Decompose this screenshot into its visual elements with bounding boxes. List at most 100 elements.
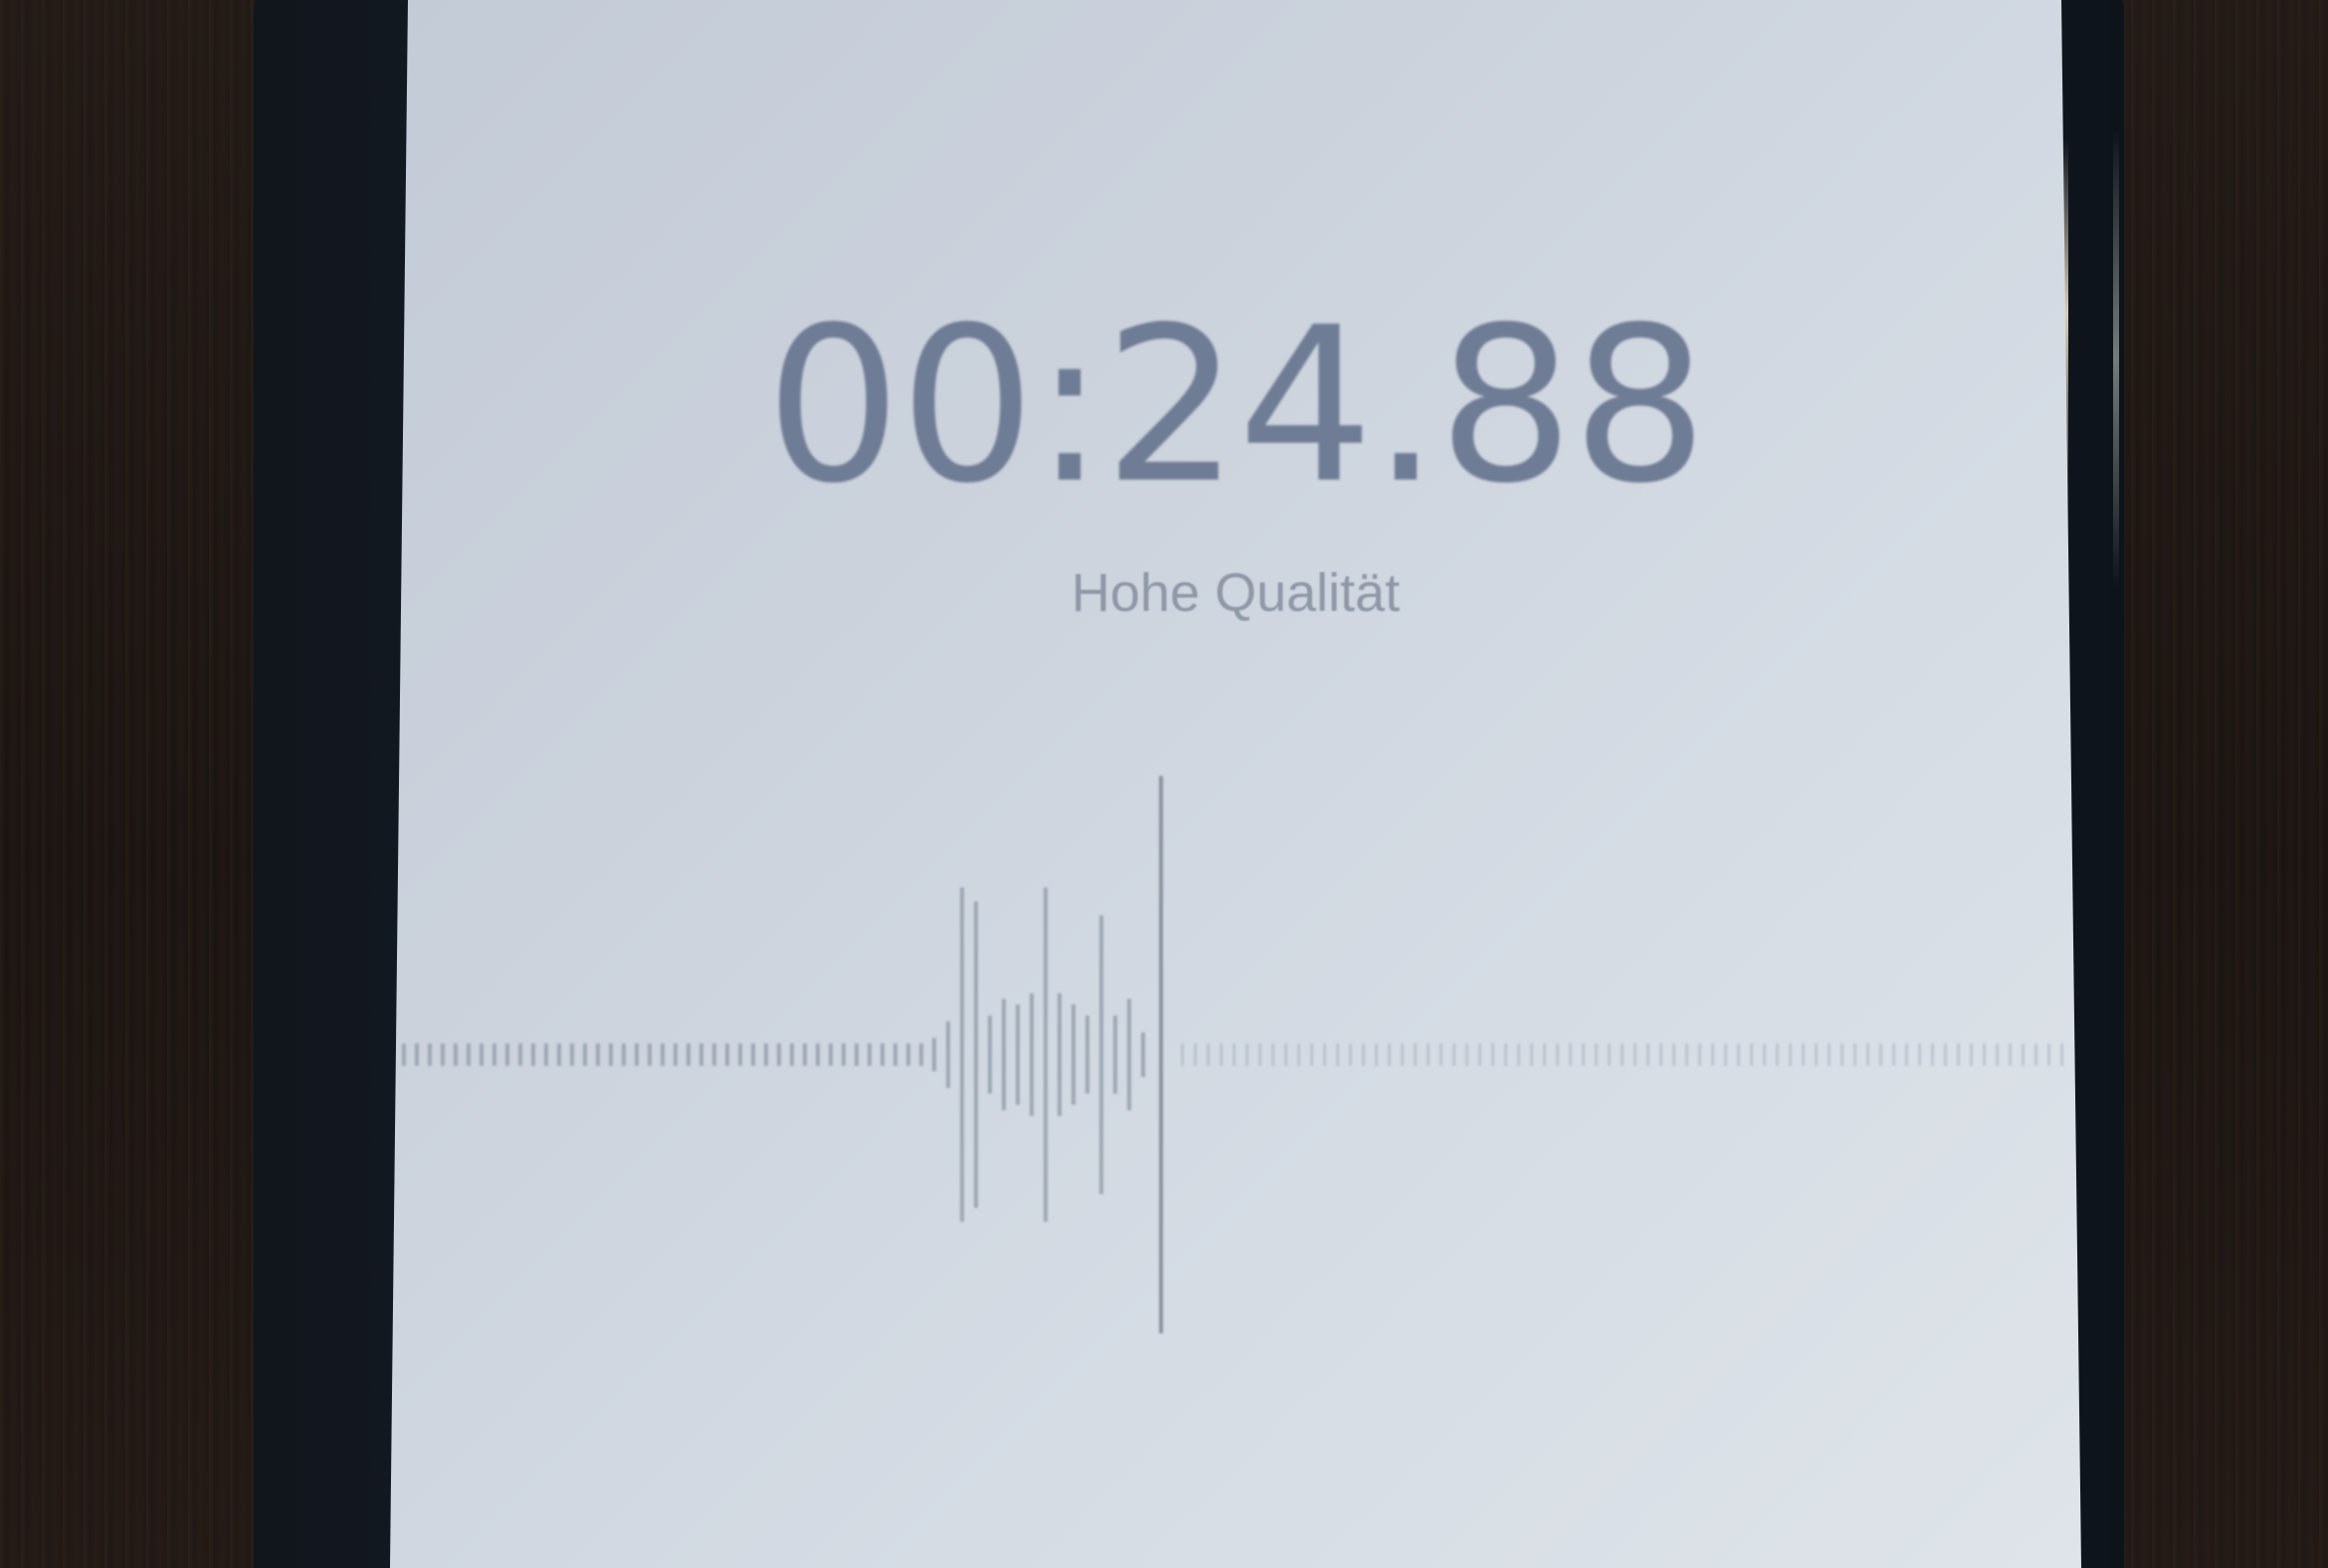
waveform-playhead: [1159, 776, 1163, 1333]
waveform-future-bar: [1996, 1043, 1999, 1067]
waveform-future-bar: [1388, 1043, 1391, 1067]
recording-quality-label: Hohe Qualität: [1070, 563, 1401, 623]
waveform-idle-bar: [531, 1043, 535, 1067]
waveform-idle-bar: [402, 1043, 406, 1067]
waveform-future-bar: [1323, 1043, 1326, 1067]
waveform-idle-bar: [790, 1043, 794, 1067]
waveform-future-bar: [1543, 1043, 1546, 1067]
waveform-future-bar: [1659, 1043, 1662, 1067]
waveform-idle-bar: [557, 1043, 561, 1067]
waveform-future-bar: [1802, 1043, 1805, 1067]
waveform-level-bar: [1044, 887, 1048, 1222]
photo-scene: 00:24.88 Hohe Qualität: [0, 0, 2328, 1568]
waveform-future-bar: [1349, 1043, 1352, 1067]
waveform-future-bar: [1866, 1043, 1869, 1067]
waveform-future-bar: [1621, 1043, 1624, 1067]
waveform-future-bar: [1569, 1043, 1572, 1067]
waveform-level-bar: [1113, 1015, 1117, 1094]
waveform-future-bar: [1815, 1043, 1818, 1067]
waveform-future-bar: [1647, 1043, 1649, 1067]
waveform-level-bar: [974, 901, 978, 1208]
waveform-future-bar: [1233, 1043, 1236, 1067]
waveform-future-bar: [1478, 1043, 1481, 1067]
waveform-level-bar: [1127, 999, 1131, 1110]
waveform-idle-bar: [622, 1043, 626, 1067]
waveform-future-bar: [1414, 1043, 1417, 1067]
waveform-future-bar: [1685, 1043, 1688, 1067]
waveform-idle-bar: [583, 1043, 587, 1067]
recording-timer: 00:24.88: [765, 281, 1708, 530]
waveform-level-bar: [1141, 1032, 1145, 1078]
waveform-future-bar: [1595, 1043, 1598, 1067]
waveform-idle-bar: [906, 1043, 910, 1067]
waveform-future-bar: [1259, 1043, 1261, 1067]
waveform-future-bar: [1284, 1043, 1287, 1067]
waveform-idle-bar: [738, 1043, 742, 1067]
waveform-level-bar: [1085, 1015, 1089, 1094]
waveform-level-bar: [1002, 999, 1006, 1110]
waveform-future-bar: [1879, 1043, 1882, 1067]
waveform-idle-bar: [674, 1043, 678, 1067]
waveform-future-bar: [2047, 1043, 2050, 1067]
waveform-idle-bar: [648, 1043, 652, 1067]
waveform-idle-bar: [751, 1043, 755, 1067]
waveform-future-bar: [1672, 1043, 1675, 1067]
waveform-idle-bar: [467, 1043, 471, 1067]
waveform-future-bar: [1375, 1043, 1378, 1067]
waveform-future-bar: [1970, 1043, 1973, 1067]
waveform-idle-bar: [712, 1043, 716, 1067]
waveform-level-bar: [1058, 993, 1062, 1116]
waveform-future-bar: [1944, 1043, 1947, 1067]
waveform-future-bar: [1905, 1043, 1908, 1067]
waveform-future-bar: [1763, 1043, 1766, 1067]
waveform-future-bar: [1828, 1043, 1831, 1067]
waveform-level-bar: [960, 887, 964, 1222]
waveform-future-bar: [1892, 1043, 1895, 1067]
waveform-idle-bar: [777, 1043, 781, 1067]
waveform-level-bar: [1071, 1004, 1075, 1105]
waveform-future-bar: [1750, 1043, 1753, 1067]
waveform-future-bar: [1517, 1043, 1520, 1067]
waveform-future-bar: [1582, 1043, 1585, 1067]
waveform-future-bar: [1491, 1043, 1494, 1067]
waveform-level-bar: [988, 1015, 992, 1094]
waveform-level-bar: [946, 1021, 950, 1088]
waveform-future-bar: [1931, 1043, 1934, 1067]
audio-waveform: [402, 776, 2063, 1333]
recorder-screen: 00:24.88 Hohe Qualität: [390, 0, 2081, 1568]
waveform-future-bar: [1207, 1043, 1210, 1067]
waveform-future-bar: [1789, 1043, 1792, 1067]
waveform-idle-bar: [686, 1043, 690, 1067]
waveform-future-bar: [1297, 1043, 1300, 1067]
waveform-future-bar: [1957, 1043, 1960, 1067]
waveform-future-bar: [1220, 1043, 1223, 1067]
waveform-future-bar: [2035, 1043, 2037, 1067]
waveform-future-bar: [2022, 1043, 2025, 1067]
waveform-idle-bar: [893, 1043, 897, 1067]
waveform-future-bar: [1530, 1043, 1533, 1067]
waveform-idle-bar: [635, 1043, 639, 1067]
waveform-idle-bar: [454, 1043, 458, 1067]
waveform-level-bar: [1030, 993, 1034, 1116]
waveform-future-bar: [1698, 1043, 1701, 1067]
waveform-future-bar: [1737, 1043, 1740, 1067]
waveform-future-bar: [1556, 1043, 1559, 1067]
waveform-idle-bar: [764, 1043, 768, 1067]
waveform-idle-bar: [428, 1043, 432, 1067]
waveform-idle-bar: [829, 1043, 833, 1067]
waveform-idle-bar: [855, 1043, 859, 1067]
waveform-idle-bar: [492, 1043, 496, 1067]
waveform-idle-bar: [609, 1043, 613, 1067]
waveform-idle-bar: [505, 1043, 509, 1067]
waveform-future-bar: [1271, 1043, 1274, 1067]
waveform-future-bar: [1465, 1043, 1468, 1067]
waveform-level-bar: [1099, 915, 1103, 1194]
waveform-future-bar: [1427, 1043, 1430, 1067]
waveform-future-bar: [1401, 1043, 1404, 1067]
waveform-future-bar: [2009, 1043, 2012, 1067]
waveform-level-bar: [932, 1038, 936, 1072]
waveform-future-bar: [1853, 1043, 1856, 1067]
waveform-idle-bar: [661, 1043, 665, 1067]
waveform-idle-bar: [544, 1043, 548, 1067]
waveform-idle-bar: [415, 1043, 419, 1067]
